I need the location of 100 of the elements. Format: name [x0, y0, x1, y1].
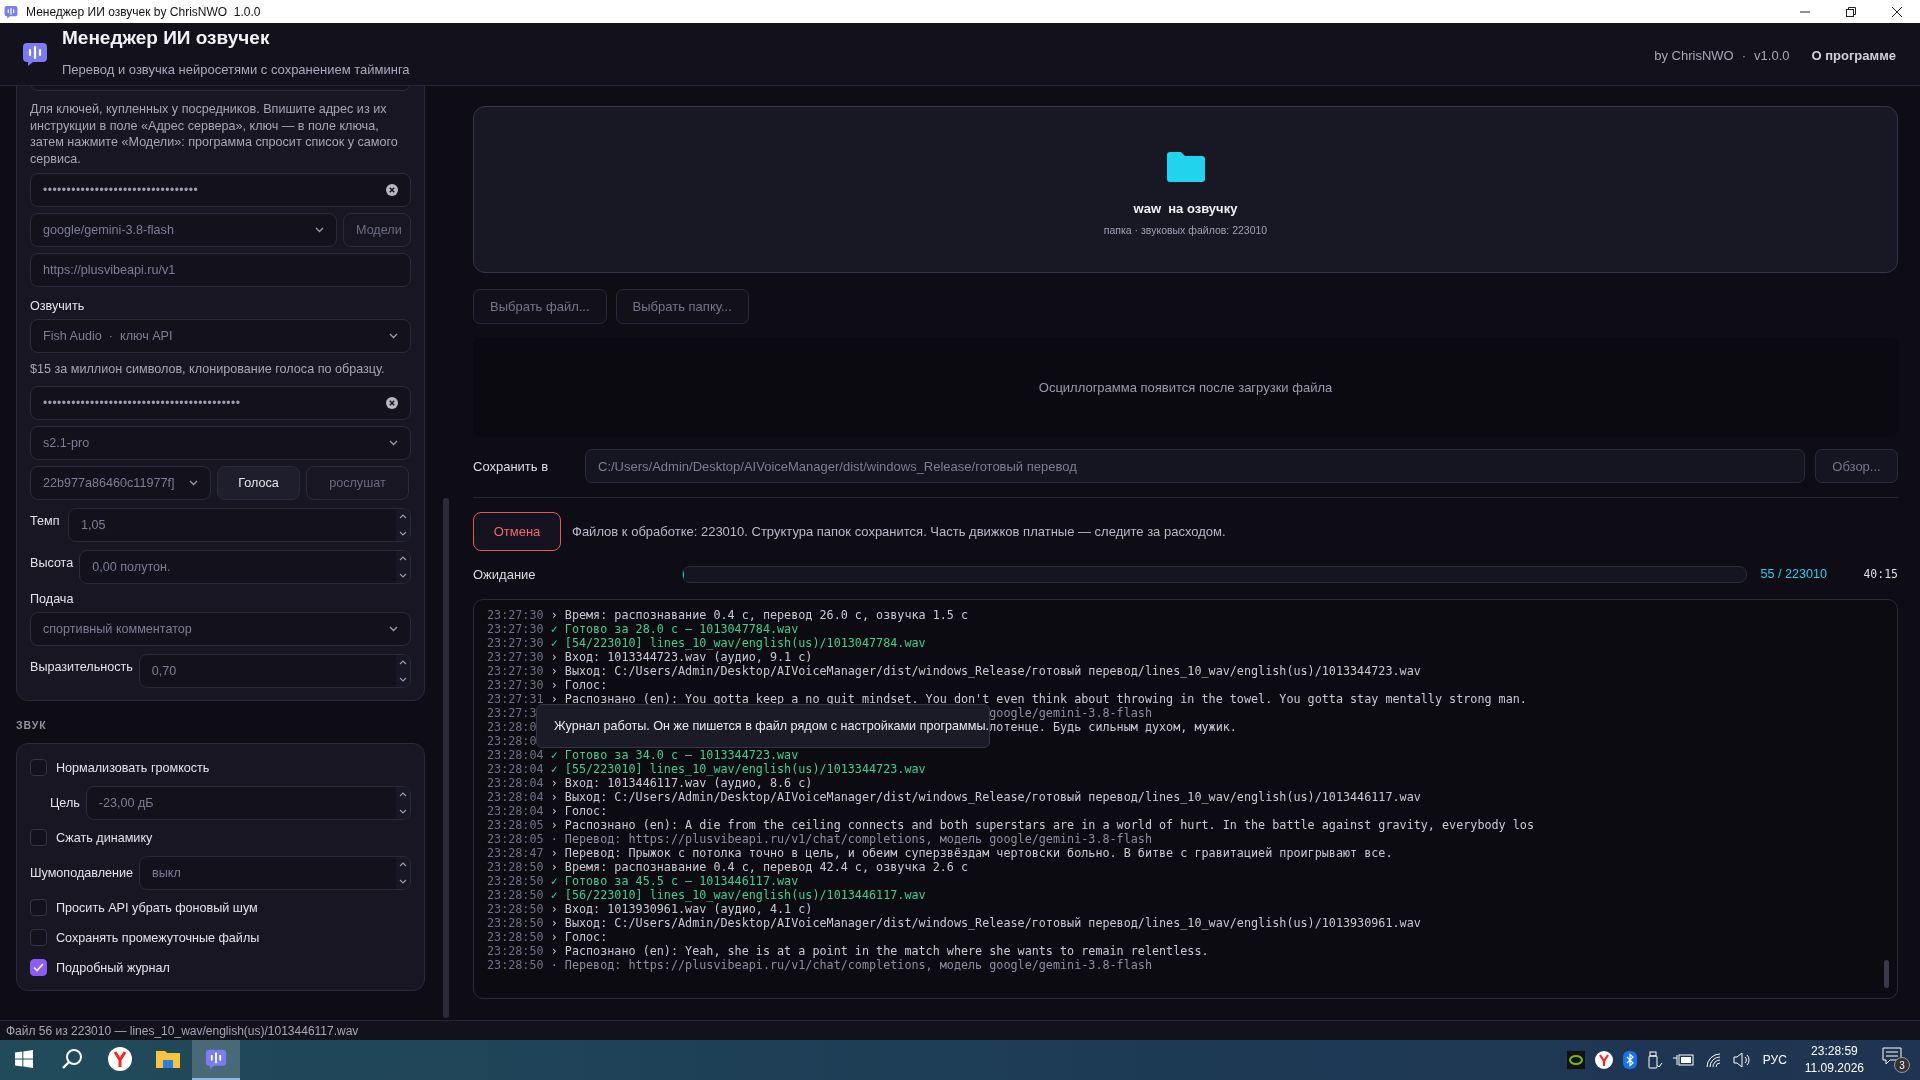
checkbox[interactable]: [30, 759, 47, 776]
log-line: 23:28:50 · Перевод: https://plusvibeapi.ru/v1/chat/completions, модель google/gemini-3.8-flash: [487, 958, 1153, 972]
log-line: 23:28:47 › Перевод: Прыжок с потолка точно в цель, и обеим суперзвёздам чертовски больно. В битве с гравитацией проигрывают все.: [487, 846, 1394, 860]
cancel-button[interactable]: Отмена: [473, 512, 561, 551]
about-link[interactable]: О программе: [1811, 47, 1896, 63]
language-indicator[interactable]: РУС: [1762, 1053, 1787, 1067]
chevron-down-icon: [389, 333, 398, 339]
checkbox-label: Сжать динамику: [56, 830, 153, 845]
engine-select[interactable]: Fish Audio · ключ API: [30, 319, 411, 353]
models-button[interactable]: Модели: [343, 213, 411, 247]
gpu-icon[interactable]: [1566, 1051, 1585, 1069]
pick-button[interactable]: Выбрать папку...: [615, 289, 749, 324]
chevron-down-icon: [389, 625, 398, 632]
section-label: Озвучить: [30, 299, 86, 313]
delivery-select[interactable]: спортивный комментатор: [30, 611, 411, 646]
separator-dot: ·: [1741, 47, 1747, 63]
checkbox[interactable]: [30, 829, 47, 846]
log-line: 23:28:05 › Распознано (en): A die from the ceiling connects and both superstars are in a world of hurt. In the battle against gravity, everybody los: [487, 818, 1535, 832]
spinner-arrows-icon[interactable]: [396, 856, 410, 889]
usb-drive-icon[interactable]: [1646, 1051, 1663, 1069]
browser-icon[interactable]: [1594, 1051, 1613, 1069]
number-field[interactable]: выкл: [139, 855, 411, 890]
spinner-arrows-icon[interactable]: [396, 786, 410, 819]
waveform-message: Осциллограмма появится после загрузки файла: [1038, 379, 1333, 395]
app-title: Менеджер ИИ озвучек: [62, 27, 271, 49]
dropzone-title: waw на озвучку: [1133, 201, 1238, 216]
spinner-arrows-icon[interactable]: [396, 654, 410, 687]
checkbox[interactable]: [30, 929, 47, 946]
number-field[interactable]: 1,05: [68, 507, 411, 542]
log-text: google/gemini-3.8-flash: [989, 706, 1152, 720]
log-timestamp: 23:27:3: [487, 706, 537, 720]
wifi-icon[interactable]: [1704, 1052, 1723, 1068]
chevron-down-icon: [189, 479, 198, 486]
version-label: v1.0.0: [1754, 47, 1790, 63]
price-text: $15 за миллион символов, клонирование голоса по образцу.: [30, 361, 386, 378]
checkbox[interactable]: [30, 959, 47, 976]
log-timestamp: 23:28:0: [487, 734, 537, 748]
scrollbar-thumb[interactable]: [1884, 960, 1889, 988]
browse-button[interactable]: Обзор...: [1815, 449, 1898, 483]
log-timestamp: 23:28:0: [487, 720, 537, 734]
pick-button[interactable]: Выбрать файл...: [473, 289, 607, 324]
api-key-field[interactable]: •••••••••••••••••••••••••••••••••: [30, 173, 411, 207]
log-line: 23:28:04 › Вход: 1013446117.wav (аудио, 8.6 с): [487, 776, 814, 790]
log-line: 23:27:30 ✓ Готово за 28.0 с — 1013047784.wav: [487, 622, 800, 636]
restore-icon: [1846, 6, 1856, 17]
bluetooth-icon[interactable]: [1622, 1051, 1637, 1069]
server-url-field[interactable]: https://plusvibeapi.ru/v1: [30, 253, 411, 287]
app-subtitle: Перевод и озвучка нейросетями с сохранением тайминга: [62, 62, 410, 77]
field-label: Высота: [30, 555, 74, 570]
log-line: 23:28:50 ✓ Готово за 45.5 с — 1013446117.wav: [487, 874, 800, 888]
number-field[interactable]: 0,70: [138, 653, 411, 688]
spinner-arrows-icon[interactable]: [396, 508, 410, 541]
output-path-field[interactable]: C:/Users/Admin/Desktop/AIVoiceManager/dist/windows_Release/готовый перевод: [585, 449, 1805, 483]
folder-icon: [1164, 151, 1207, 183]
field-label: Выразительность: [30, 659, 133, 674]
checkbox-label: Нормализовать громкость: [56, 760, 210, 775]
log-line: 23:27:30 › Голос:: [487, 678, 609, 692]
log-text: лотенце. Будь сильным духом, мужик.: [989, 720, 1237, 734]
tooltip: Журнал работы. Он же пишется в файл рядом с настройками программы.: [536, 704, 990, 748]
log-line: 23:28:50 › Время: распознавание 0.4 с, перевод 42.4 с, озвучка 2.6 с: [487, 860, 970, 874]
number-field[interactable]: 0,00 полутон.: [79, 549, 411, 584]
app-taskbar-icon[interactable]: [192, 1040, 240, 1080]
notification-badge: 3: [1894, 1057, 1910, 1073]
app-logo-icon: [205, 1048, 227, 1070]
log-line: 23:27:30 › Вход: 1013344723.wav (аудио, 9.1 с): [487, 650, 814, 664]
field-label: Темп: [30, 513, 61, 528]
app-logo-icon: [22, 41, 48, 67]
time-remaining: 40:15: [1863, 567, 1898, 581]
voice-model-select[interactable]: s2.1-pro: [30, 425, 411, 460]
voices-button[interactable]: Голоса: [217, 465, 300, 500]
battery-icon[interactable]: [1672, 1053, 1695, 1067]
close-icon: [1892, 6, 1902, 17]
field-label: Подача: [30, 591, 75, 606]
scrollbar-thumb[interactable]: [443, 498, 449, 1018]
checkbox[interactable]: [30, 899, 47, 916]
clear-icon[interactable]: [386, 184, 398, 196]
log-line: 23:28:50 › Выход: C:/Users/Admin/Desktop/AIVoiceManager/dist/windows_Release/готовый перевод/lines_10_wav/english(us)/1013930961.wav: [487, 916, 1422, 930]
app-logo-icon: [4, 4, 18, 19]
windows-logo-icon: [15, 1050, 33, 1068]
api-key-field[interactable]: ••••••••••••••••••••••••••••••••••••••••••: [30, 385, 411, 420]
spinner-arrows-icon[interactable]: [396, 550, 410, 583]
model-select[interactable]: google/gemini-3.8-flash: [30, 213, 337, 247]
log-line: 23:28:04 ✓ Готово за 34.0 с — 1013344723.wav: [487, 748, 800, 762]
clock[interactable]: 23:28:59 11.09.2026: [1804, 1043, 1864, 1077]
log-line: 23:28:04 › Выход: C:/Users/Admin/Desktop/AIVoiceManager/dist/windows_Release/готовый перевод/lines_10_wav/english(us)/1013446117.wav: [487, 790, 1422, 804]
status-text: Файл 56 из 223010 — lines_10_wav/english(us)/1013446117.wav: [6, 1023, 359, 1038]
volume-icon[interactable]: [1732, 1052, 1753, 1068]
section-heading: ЗВУК: [16, 718, 48, 731]
clear-icon[interactable]: [386, 396, 398, 409]
author-credit: by ChrisNWO: [1654, 47, 1734, 63]
log-line: 23:28:50 › Вход: 1013930961.wav (аудио, 4.1 с): [487, 902, 814, 916]
hint-text: Для ключей, купленных у посредников. Впишите адрес из их инструкции в поле «Адрес сервера», ключ — в поле ключа, затем нажмите «Модели»: программа спросит список у самого сервиса.: [30, 101, 399, 167]
number-field[interactable]: -23,00 дБ: [85, 785, 411, 820]
log-line: 23:28:50 › Голос:: [487, 930, 609, 944]
voice-id-select[interactable]: 22b977a86460c11977f]: [30, 465, 211, 500]
chevron-down-icon: [389, 439, 398, 446]
listen-button[interactable]: рослушат: [306, 465, 409, 500]
log-line: 23:28:05 · Перевод: https://plusvibeapi.ru/v1/chat/completions, модель google/gemini-3.8-flash: [487, 832, 1153, 846]
drop-zone[interactable]: waw на озвучку папка · звуковых файлов: 223010: [473, 106, 1898, 273]
checkmark-icon: [33, 963, 44, 972]
